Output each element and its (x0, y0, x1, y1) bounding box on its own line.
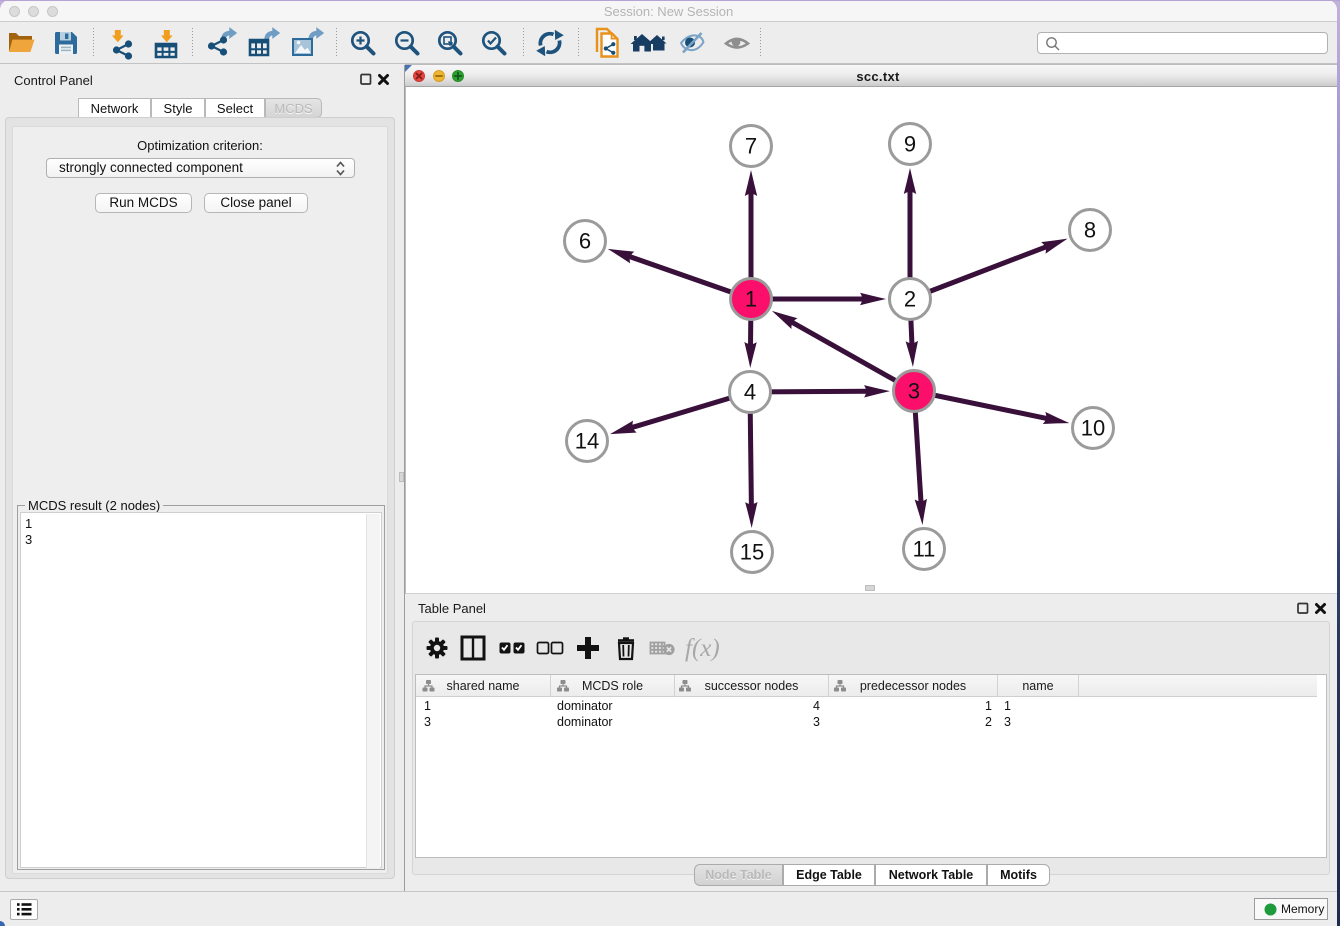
svg-text:1: 1 (745, 287, 757, 312)
svg-text:4: 4 (744, 380, 756, 405)
svg-text:15: 15 (740, 540, 764, 565)
svg-text:11: 11 (913, 537, 936, 562)
svg-text:2: 2 (904, 287, 916, 312)
svg-text:14: 14 (575, 429, 599, 454)
svg-text:3: 3 (908, 379, 920, 404)
svg-text:7: 7 (745, 134, 757, 159)
svg-text:8: 8 (1084, 218, 1096, 243)
svg-text:9: 9 (904, 132, 916, 157)
svg-text:f(x): f(x) (685, 635, 720, 662)
svg-text:10: 10 (1081, 416, 1105, 441)
svg-text:6: 6 (579, 229, 591, 254)
